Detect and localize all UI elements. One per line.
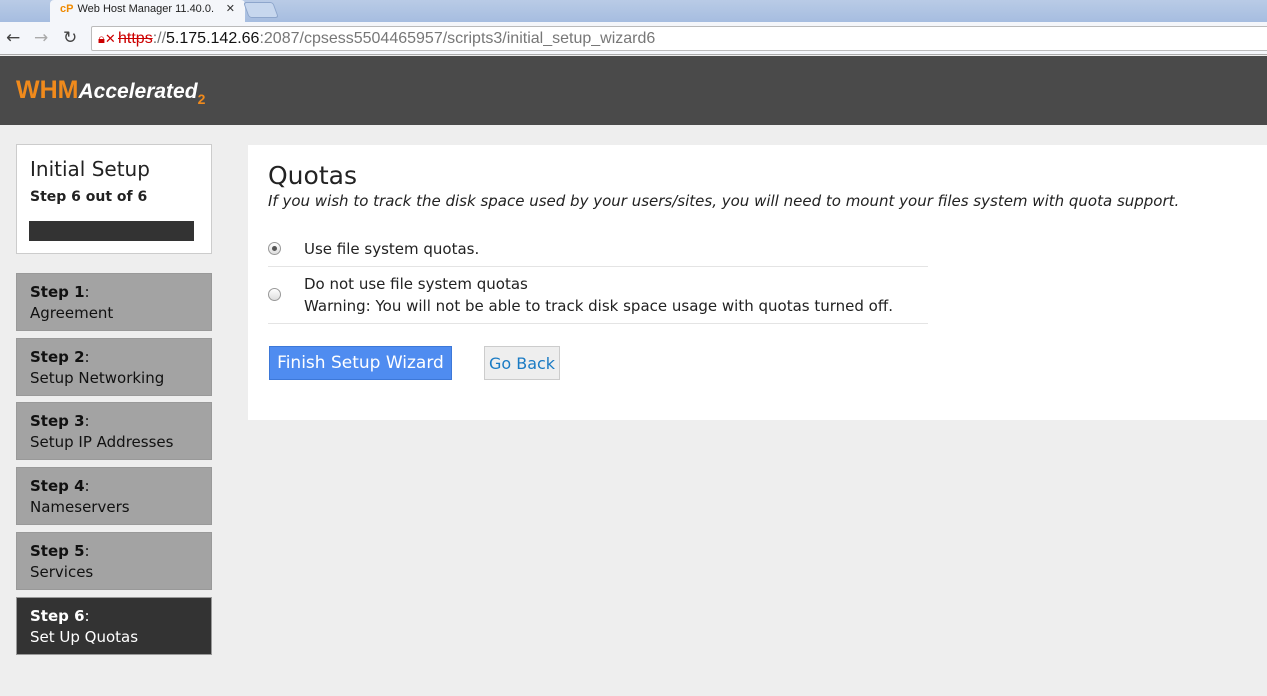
- browser-tab-bar: cP Web Host Manager 11.40.0. ✕: [0, 0, 1267, 22]
- option-warning: Warning: You will not be able to track d…: [304, 297, 893, 315]
- step-num: Step 4: [30, 477, 85, 495]
- go-back-button[interactable]: Go Back: [484, 346, 560, 380]
- step-label: Setup IP Addresses: [30, 433, 174, 451]
- back-arrow-icon[interactable]: ←: [6, 28, 20, 48]
- insecure-lock-icon: 🔒︎✕: [98, 31, 116, 46]
- option-label: Use file system quotas.: [304, 240, 480, 258]
- step-label: Setup Networking: [30, 369, 165, 387]
- logo-main: WHM: [16, 76, 79, 104]
- new-tab-button[interactable]: [243, 2, 279, 18]
- page-description: If you wish to track the disk space used…: [268, 192, 1180, 210]
- radio-no-quotas[interactable]: [268, 288, 281, 301]
- whm-logo[interactable]: WHMAccelerated2: [16, 76, 205, 107]
- setup-progress-box: Initial Setup Step 6 out of 6: [16, 144, 212, 254]
- sidebar-step-5[interactable]: Step 5: Services: [16, 532, 212, 590]
- step-num: Step 3: [30, 412, 85, 430]
- close-tab-icon[interactable]: ✕: [226, 0, 235, 18]
- step-num: Step 2: [30, 348, 85, 366]
- url-path: :2087/cpsess5504465957/scripts3/initial_…: [259, 30, 656, 47]
- progress-bar: [29, 221, 194, 241]
- browser-tab[interactable]: cP Web Host Manager 11.40.0. ✕: [50, 0, 245, 22]
- page-title: Quotas: [268, 161, 357, 190]
- sidebar-step-3[interactable]: Step 3: Setup IP Addresses: [16, 402, 212, 460]
- setup-title: Initial Setup: [30, 157, 150, 181]
- option-label: Do not use file system quotas: [304, 275, 528, 293]
- url-scheme: https: [118, 30, 153, 47]
- step-label: Agreement: [30, 304, 114, 322]
- url-host: 5.175.142.66: [166, 30, 260, 47]
- sidebar-step-1[interactable]: Step 1: Agreement: [16, 273, 212, 331]
- step-count: Step 6 out of 6: [30, 189, 148, 205]
- step-label: Set Up Quotas: [30, 628, 139, 646]
- step-label: Services: [30, 563, 94, 581]
- forward-arrow-icon[interactable]: →: [34, 28, 48, 48]
- quotas-panel: Quotas If you wish to track the disk spa…: [248, 145, 1267, 420]
- reload-icon[interactable]: ↻: [63, 28, 77, 48]
- step-num: Step 5: [30, 542, 85, 560]
- sidebar-step-4[interactable]: Step 4: Nameservers: [16, 467, 212, 525]
- radio-use-quotas[interactable]: [268, 242, 281, 255]
- sidebar-step-2[interactable]: Step 2: Setup Networking: [16, 338, 212, 396]
- step-label: Nameservers: [30, 498, 130, 516]
- sidebar-step-6[interactable]: Step 6: Set Up Quotas: [16, 597, 212, 655]
- finish-setup-button[interactable]: Finish Setup Wizard: [269, 346, 452, 380]
- tab-title: Web Host Manager 11.40.0.: [77, 3, 215, 15]
- browser-toolbar: ← → ↻ 🔒︎✕ https://5.175.142.66:2087/cpses…: [0, 22, 1267, 55]
- logo-sub: Accelerated: [78, 80, 198, 103]
- option-use-quotas[interactable]: Use file system quotas.: [268, 238, 928, 267]
- step-num: Step 6: [30, 607, 85, 625]
- option-no-quotas[interactable]: Do not use file system quotas Warning: Y…: [268, 273, 928, 324]
- cpanel-favicon: cP: [60, 3, 74, 15]
- logo-version: 2: [197, 91, 206, 107]
- address-bar[interactable]: 🔒︎✕ https://5.175.142.66:2087/cpsess55044…: [91, 26, 1267, 51]
- whm-header: WHMAccelerated2: [0, 56, 1267, 125]
- step-num: Step 1: [30, 283, 85, 301]
